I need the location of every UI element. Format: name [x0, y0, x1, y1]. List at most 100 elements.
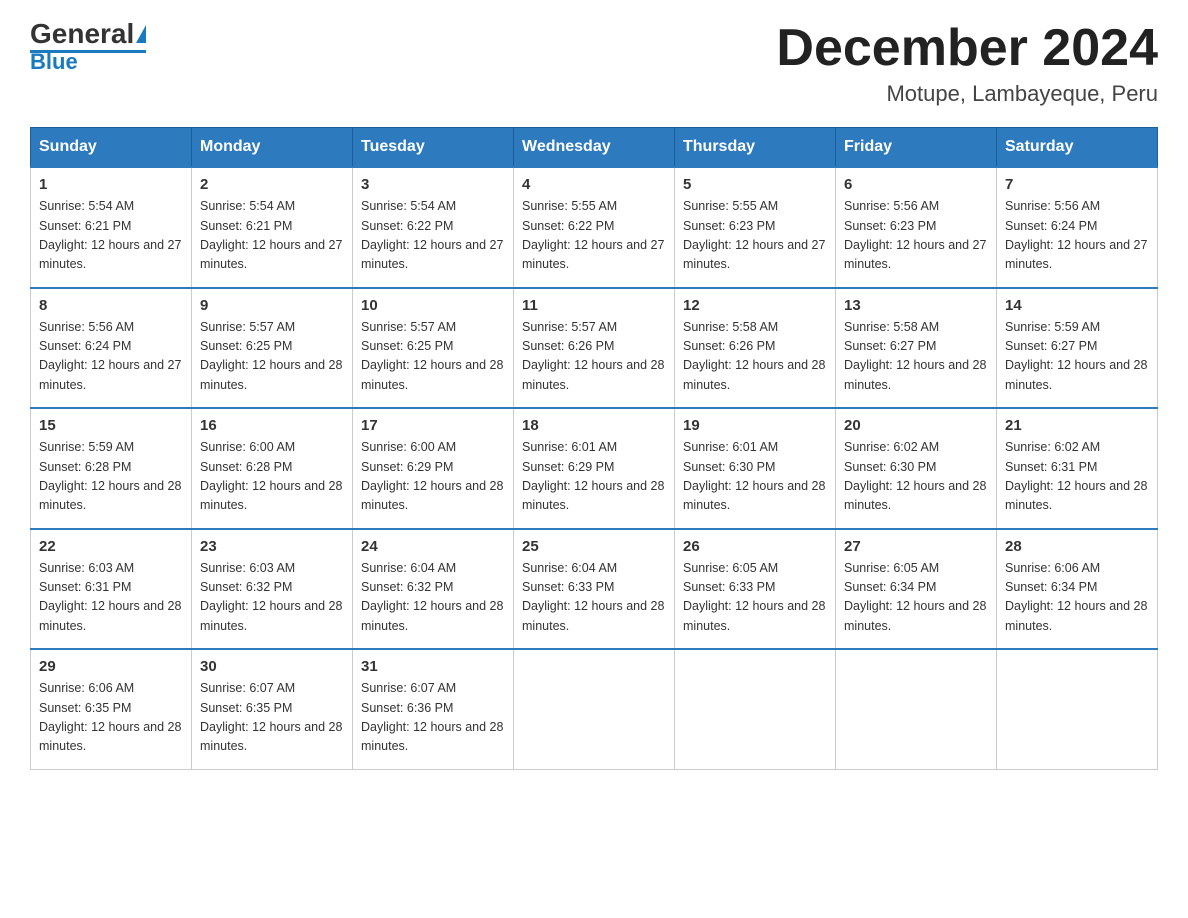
day-info: Sunrise: 6:06 AMSunset: 6:35 PMDaylight:…	[39, 681, 181, 753]
calendar-header-row: SundayMondayTuesdayWednesdayThursdayFrid…	[31, 128, 1158, 168]
day-number: 7	[1005, 176, 1149, 193]
calendar-day-cell	[836, 649, 997, 769]
calendar-day-cell: 13 Sunrise: 5:58 AMSunset: 6:27 PMDaylig…	[836, 288, 997, 409]
day-info: Sunrise: 6:00 AMSunset: 6:29 PMDaylight:…	[361, 440, 503, 512]
calendar-table: SundayMondayTuesdayWednesdayThursdayFrid…	[30, 127, 1158, 770]
calendar-day-cell: 30 Sunrise: 6:07 AMSunset: 6:35 PMDaylig…	[192, 649, 353, 769]
day-number: 19	[683, 417, 827, 434]
calendar-day-cell: 25 Sunrise: 6:04 AMSunset: 6:33 PMDaylig…	[514, 529, 675, 650]
calendar-day-cell: 7 Sunrise: 5:56 AMSunset: 6:24 PMDayligh…	[997, 167, 1158, 288]
calendar-day-header: Saturday	[997, 128, 1158, 168]
logo-blue-text: Blue	[30, 49, 78, 75]
day-number: 18	[522, 417, 666, 434]
day-info: Sunrise: 5:56 AMSunset: 6:24 PMDaylight:…	[1005, 199, 1147, 271]
calendar-day-cell: 2 Sunrise: 5:54 AMSunset: 6:21 PMDayligh…	[192, 167, 353, 288]
day-info: Sunrise: 6:05 AMSunset: 6:33 PMDaylight:…	[683, 561, 825, 633]
logo: General Blue	[30, 20, 146, 75]
calendar-day-cell: 12 Sunrise: 5:58 AMSunset: 6:26 PMDaylig…	[675, 288, 836, 409]
calendar-title: December 2024	[776, 20, 1158, 77]
calendar-day-cell: 27 Sunrise: 6:05 AMSunset: 6:34 PMDaylig…	[836, 529, 997, 650]
day-number: 2	[200, 176, 344, 193]
calendar-day-cell: 20 Sunrise: 6:02 AMSunset: 6:30 PMDaylig…	[836, 408, 997, 529]
calendar-week-row: 22 Sunrise: 6:03 AMSunset: 6:31 PMDaylig…	[31, 529, 1158, 650]
day-number: 15	[39, 417, 183, 434]
day-info: Sunrise: 6:02 AMSunset: 6:31 PMDaylight:…	[1005, 440, 1147, 512]
calendar-day-cell: 11 Sunrise: 5:57 AMSunset: 6:26 PMDaylig…	[514, 288, 675, 409]
day-info: Sunrise: 5:56 AMSunset: 6:24 PMDaylight:…	[39, 320, 181, 392]
day-number: 10	[361, 297, 505, 314]
day-info: Sunrise: 6:00 AMSunset: 6:28 PMDaylight:…	[200, 440, 342, 512]
day-info: Sunrise: 5:59 AMSunset: 6:28 PMDaylight:…	[39, 440, 181, 512]
day-number: 23	[200, 538, 344, 555]
calendar-week-row: 29 Sunrise: 6:06 AMSunset: 6:35 PMDaylig…	[31, 649, 1158, 769]
day-info: Sunrise: 6:01 AMSunset: 6:30 PMDaylight:…	[683, 440, 825, 512]
calendar-day-header: Thursday	[675, 128, 836, 168]
day-info: Sunrise: 6:01 AMSunset: 6:29 PMDaylight:…	[522, 440, 664, 512]
calendar-day-cell: 16 Sunrise: 6:00 AMSunset: 6:28 PMDaylig…	[192, 408, 353, 529]
day-info: Sunrise: 5:55 AMSunset: 6:22 PMDaylight:…	[522, 199, 664, 271]
day-number: 1	[39, 176, 183, 193]
calendar-day-cell	[514, 649, 675, 769]
calendar-day-cell: 22 Sunrise: 6:03 AMSunset: 6:31 PMDaylig…	[31, 529, 192, 650]
day-number: 6	[844, 176, 988, 193]
day-info: Sunrise: 5:57 AMSunset: 6:25 PMDaylight:…	[361, 320, 503, 392]
day-info: Sunrise: 6:04 AMSunset: 6:32 PMDaylight:…	[361, 561, 503, 633]
day-number: 29	[39, 658, 183, 675]
calendar-day-header: Wednesday	[514, 128, 675, 168]
calendar-week-row: 15 Sunrise: 5:59 AMSunset: 6:28 PMDaylig…	[31, 408, 1158, 529]
calendar-day-cell: 15 Sunrise: 5:59 AMSunset: 6:28 PMDaylig…	[31, 408, 192, 529]
title-block: December 2024 Motupe, Lambayeque, Peru	[776, 20, 1158, 107]
day-info: Sunrise: 5:54 AMSunset: 6:21 PMDaylight:…	[39, 199, 181, 271]
calendar-week-row: 8 Sunrise: 5:56 AMSunset: 6:24 PMDayligh…	[31, 288, 1158, 409]
calendar-day-header: Tuesday	[353, 128, 514, 168]
calendar-day-cell: 18 Sunrise: 6:01 AMSunset: 6:29 PMDaylig…	[514, 408, 675, 529]
day-info: Sunrise: 5:58 AMSunset: 6:27 PMDaylight:…	[844, 320, 986, 392]
day-info: Sunrise: 5:58 AMSunset: 6:26 PMDaylight:…	[683, 320, 825, 392]
day-info: Sunrise: 6:07 AMSunset: 6:35 PMDaylight:…	[200, 681, 342, 753]
day-number: 3	[361, 176, 505, 193]
day-number: 13	[844, 297, 988, 314]
day-number: 28	[1005, 538, 1149, 555]
calendar-day-cell: 14 Sunrise: 5:59 AMSunset: 6:27 PMDaylig…	[997, 288, 1158, 409]
calendar-day-cell: 19 Sunrise: 6:01 AMSunset: 6:30 PMDaylig…	[675, 408, 836, 529]
day-number: 16	[200, 417, 344, 434]
day-info: Sunrise: 6:06 AMSunset: 6:34 PMDaylight:…	[1005, 561, 1147, 633]
calendar-day-cell: 29 Sunrise: 6:06 AMSunset: 6:35 PMDaylig…	[31, 649, 192, 769]
calendar-day-cell: 26 Sunrise: 6:05 AMSunset: 6:33 PMDaylig…	[675, 529, 836, 650]
calendar-day-cell: 23 Sunrise: 6:03 AMSunset: 6:32 PMDaylig…	[192, 529, 353, 650]
calendar-day-cell: 9 Sunrise: 5:57 AMSunset: 6:25 PMDayligh…	[192, 288, 353, 409]
calendar-day-cell: 17 Sunrise: 6:00 AMSunset: 6:29 PMDaylig…	[353, 408, 514, 529]
day-info: Sunrise: 6:02 AMSunset: 6:30 PMDaylight:…	[844, 440, 986, 512]
day-number: 25	[522, 538, 666, 555]
day-number: 8	[39, 297, 183, 314]
page-header: General Blue December 2024 Motupe, Lamba…	[30, 20, 1158, 107]
calendar-day-cell: 21 Sunrise: 6:02 AMSunset: 6:31 PMDaylig…	[997, 408, 1158, 529]
day-number: 30	[200, 658, 344, 675]
day-number: 9	[200, 297, 344, 314]
day-info: Sunrise: 6:07 AMSunset: 6:36 PMDaylight:…	[361, 681, 503, 753]
calendar-day-cell: 28 Sunrise: 6:06 AMSunset: 6:34 PMDaylig…	[997, 529, 1158, 650]
logo-general-text: General	[30, 20, 134, 48]
calendar-day-cell: 24 Sunrise: 6:04 AMSunset: 6:32 PMDaylig…	[353, 529, 514, 650]
day-number: 4	[522, 176, 666, 193]
calendar-day-header: Sunday	[31, 128, 192, 168]
calendar-day-cell: 31 Sunrise: 6:07 AMSunset: 6:36 PMDaylig…	[353, 649, 514, 769]
calendar-day-header: Monday	[192, 128, 353, 168]
day-info: Sunrise: 5:54 AMSunset: 6:22 PMDaylight:…	[361, 199, 503, 271]
day-number: 17	[361, 417, 505, 434]
day-info: Sunrise: 6:04 AMSunset: 6:33 PMDaylight:…	[522, 561, 664, 633]
calendar-day-header: Friday	[836, 128, 997, 168]
calendar-day-cell: 3 Sunrise: 5:54 AMSunset: 6:22 PMDayligh…	[353, 167, 514, 288]
day-info: Sunrise: 5:57 AMSunset: 6:26 PMDaylight:…	[522, 320, 664, 392]
day-info: Sunrise: 6:03 AMSunset: 6:31 PMDaylight:…	[39, 561, 181, 633]
calendar-week-row: 1 Sunrise: 5:54 AMSunset: 6:21 PMDayligh…	[31, 167, 1158, 288]
day-number: 27	[844, 538, 988, 555]
day-info: Sunrise: 5:55 AMSunset: 6:23 PMDaylight:…	[683, 199, 825, 271]
calendar-day-cell: 4 Sunrise: 5:55 AMSunset: 6:22 PMDayligh…	[514, 167, 675, 288]
day-number: 12	[683, 297, 827, 314]
day-number: 24	[361, 538, 505, 555]
day-info: Sunrise: 5:54 AMSunset: 6:21 PMDaylight:…	[200, 199, 342, 271]
day-number: 31	[361, 658, 505, 675]
day-number: 14	[1005, 297, 1149, 314]
day-info: Sunrise: 5:57 AMSunset: 6:25 PMDaylight:…	[200, 320, 342, 392]
